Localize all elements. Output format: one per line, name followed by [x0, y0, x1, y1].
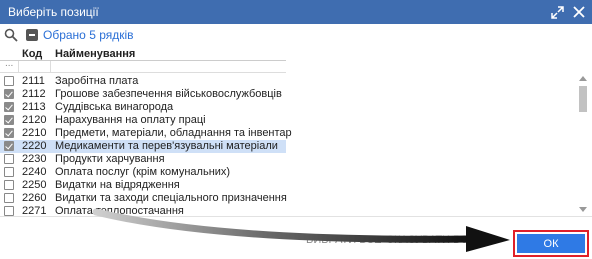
- row-code: 2120: [22, 114, 47, 126]
- row-checkbox[interactable]: [4, 89, 14, 99]
- column-header-code[interactable]: Код: [22, 48, 42, 60]
- divider: [50, 61, 51, 73]
- row-name: Медикаменти та перев'язувальні матеріали: [55, 140, 278, 152]
- items-grid: Код Найменування ... 2111 Заробітна плат…: [0, 46, 592, 218]
- window-title: Виберіть позиції: [8, 5, 99, 19]
- deselect-all-checkbox[interactable]: [26, 29, 38, 41]
- row-checkbox[interactable]: [4, 115, 14, 125]
- toolbar: Обрано 5 рядків: [0, 24, 592, 46]
- row-checkbox[interactable]: [4, 193, 14, 203]
- column-header-name[interactable]: Найменування: [55, 48, 135, 60]
- vertical-scrollbar[interactable]: [577, 76, 589, 214]
- scroll-up-icon[interactable]: [579, 76, 587, 81]
- filter-row[interactable]: ...: [0, 58, 286, 73]
- table-row[interactable]: 2250 Видатки на відрядження: [0, 179, 286, 192]
- search-icon[interactable]: [4, 28, 18, 42]
- grid-header: Код Найменування: [0, 46, 286, 61]
- table-row[interactable]: 2220 Медикаменти та перев'язувальні мате…: [0, 140, 286, 153]
- title-bar: Виберіть позиції: [0, 0, 592, 24]
- row-code: 2111: [22, 75, 45, 87]
- row-name: Заробітна плата: [55, 75, 139, 87]
- row-code: 2220: [22, 140, 47, 152]
- row-checkbox[interactable]: [4, 102, 14, 112]
- row-checkbox[interactable]: [4, 128, 14, 138]
- row-name: Предмети, матеріали, обладнання та інвен…: [55, 127, 292, 139]
- table-row[interactable]: 2112 Грошове забезпечення військовослужб…: [0, 88, 286, 101]
- close-icon[interactable]: [570, 3, 588, 21]
- table-row[interactable]: 2260 Видатки та заходи спеціального приз…: [0, 192, 287, 205]
- row-name: Продукти харчування: [55, 153, 165, 165]
- table-row[interactable]: 2111 Заробітна плата: [0, 75, 286, 88]
- selection-count-label: Обрано 5 рядків: [43, 28, 134, 42]
- row-name: Грошове забезпечення військовослужбовців: [55, 88, 282, 100]
- row-code: 2260: [22, 192, 47, 204]
- row-code: 2113: [22, 101, 46, 113]
- row-code: 2250: [22, 179, 47, 191]
- row-code: 2240: [22, 166, 47, 178]
- table-row[interactable]: 2240 Оплата послуг (крім комунальних): [0, 166, 286, 179]
- ok-button[interactable]: ОК: [517, 234, 585, 253]
- table-rows: 2111 Заробітна плата 2112 Грошове забезп…: [0, 75, 292, 218]
- deselect-all-button[interactable]: СКАСУВАТИ ВСЕ: [386, 234, 475, 246]
- cancel-button[interactable]: ЯЯ: [466, 234, 482, 246]
- row-checkbox[interactable]: [4, 167, 14, 177]
- scrollbar-thumb[interactable]: [579, 86, 587, 112]
- table-row[interactable]: 2120 Нарахування на оплату праці: [0, 114, 286, 127]
- row-code: 2210: [22, 127, 47, 139]
- row-name: Суддівська винагорода: [55, 101, 174, 113]
- expand-icon[interactable]: [548, 3, 566, 21]
- filter-menu-icon[interactable]: ...: [5, 58, 13, 69]
- table-row[interactable]: 2113 Суддівська винагорода: [0, 101, 286, 114]
- select-all-button[interactable]: ВИБРАТИ ВСЕ: [306, 234, 381, 246]
- row-name: Видатки на відрядження: [55, 179, 180, 191]
- table-row[interactable]: 2230 Продукти харчування: [0, 153, 286, 166]
- row-checkbox[interactable]: [4, 154, 14, 164]
- row-name: Оплата послуг (крім комунальних): [55, 166, 231, 178]
- row-checkbox[interactable]: [4, 141, 14, 151]
- divider: [18, 61, 19, 73]
- row-checkbox[interactable]: [4, 180, 14, 190]
- row-checkbox[interactable]: [4, 76, 14, 86]
- row-name: Видатки та заходи спеціального призначен…: [55, 192, 287, 204]
- table-row[interactable]: 2210 Предмети, матеріали, обладнання та …: [0, 127, 292, 140]
- row-code: 2112: [22, 88, 46, 100]
- scroll-down-icon[interactable]: [579, 207, 587, 212]
- row-name: Нарахування на оплату праці: [55, 114, 206, 126]
- row-code: 2230: [22, 153, 47, 165]
- dialog-footer: ВИБРАТИ ВСЕ СКАСУВАТИ ВСЕ ЯЯ ОК: [0, 216, 592, 259]
- row-checkbox[interactable]: [4, 206, 14, 216]
